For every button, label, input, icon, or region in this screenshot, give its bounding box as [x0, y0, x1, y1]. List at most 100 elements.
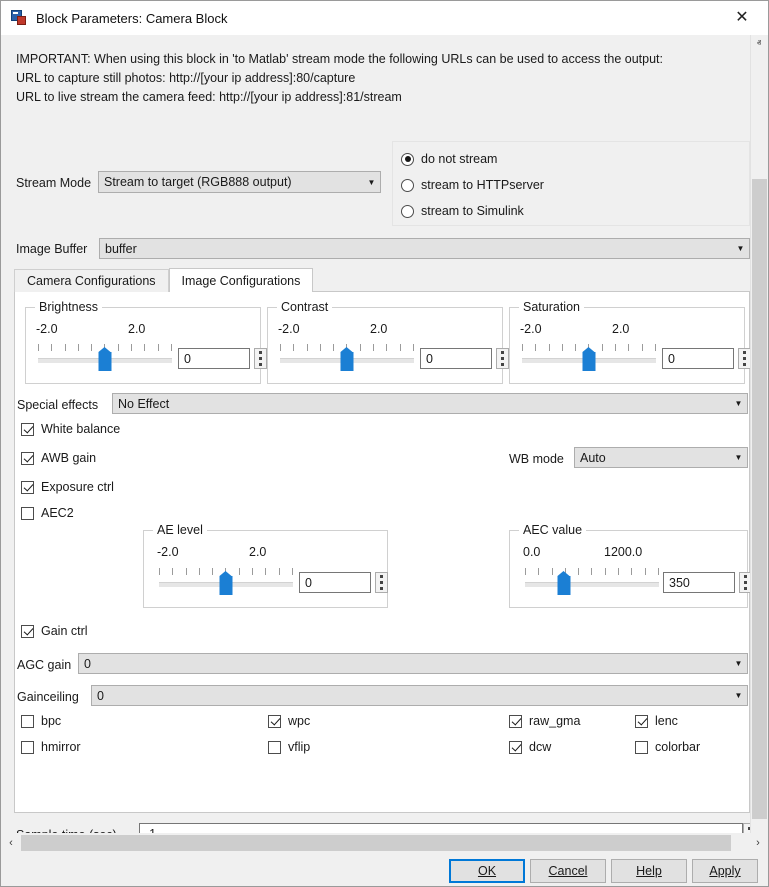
- aec-value-input[interactable]: 350: [663, 572, 735, 593]
- checkbox-checked-icon: [21, 480, 34, 494]
- horizontal-scrollbar-thumb[interactable]: [21, 835, 731, 851]
- saturation-value: 0: [668, 351, 675, 366]
- checkbox-checked-icon: [268, 714, 281, 728]
- checkbox-wpc[interactable]: wpc: [268, 714, 310, 728]
- brightness-slider[interactable]: [38, 344, 172, 372]
- slider-thumb[interactable]: [98, 347, 112, 371]
- close-icon[interactable]: ✕: [720, 1, 764, 35]
- tab-strip: Camera Configurations Image Configuratio…: [14, 268, 314, 292]
- checkbox-unchecked-icon: [268, 740, 281, 754]
- checkbox-gain-ctrl[interactable]: Gain ctrl: [21, 624, 88, 638]
- scroll-up-icon[interactable]: ⱏ: [751, 35, 767, 52]
- checkbox-vflip[interactable]: vflip: [268, 740, 310, 754]
- saturation-slider[interactable]: [522, 344, 656, 372]
- stream-target-radio-group: do not stream stream to HTTPserver strea…: [392, 141, 750, 226]
- special-effects-value: No Effect: [118, 396, 170, 411]
- cancel-button-label: Cancel: [548, 864, 588, 878]
- checkbox-label: Gain ctrl: [41, 624, 88, 638]
- checkbox-awb-gain[interactable]: AWB gain: [21, 451, 96, 465]
- scroll-left-icon[interactable]: ‹: [2, 833, 20, 853]
- agc-gain-combo[interactable]: 0 ▼: [78, 653, 748, 674]
- contrast-value-input[interactable]: 0: [420, 348, 492, 369]
- vertical-scrollbar[interactable]: ⱏ ⱛ: [750, 35, 767, 845]
- checkbox-label: AEC2: [41, 506, 74, 520]
- ae-level-value-input[interactable]: 0: [299, 572, 371, 593]
- ok-button[interactable]: OK: [449, 859, 525, 883]
- checkbox-dcw[interactable]: dcw: [509, 740, 551, 754]
- tab-label: Image Configurations: [181, 273, 301, 288]
- contrast-stepper[interactable]: [496, 348, 509, 369]
- checkbox-aec2[interactable]: AEC2: [21, 506, 74, 520]
- wb-mode-combo[interactable]: Auto ▼: [574, 447, 748, 468]
- checkbox-label: colorbar: [655, 740, 701, 754]
- window-title: Block Parameters: Camera Block: [36, 10, 228, 26]
- brightness-stepper[interactable]: [254, 348, 267, 369]
- dialog-footer: OK Cancel Help Apply: [2, 853, 767, 886]
- vertical-scrollbar-thumb[interactable]: [752, 179, 767, 819]
- aec-value-title: AEC value: [519, 523, 587, 537]
- checkbox-label: lenc: [655, 714, 678, 728]
- wb-mode-value: Auto: [580, 450, 606, 465]
- checkbox-raw-gma[interactable]: raw_gma: [509, 714, 580, 728]
- stream-mode-label: Stream Mode: [16, 176, 92, 190]
- checkbox-hmirror[interactable]: hmirror: [21, 740, 81, 754]
- slider-track: [525, 582, 659, 587]
- chevron-down-icon: ▼: [734, 399, 743, 408]
- apply-button-label: Apply: [709, 864, 741, 878]
- checkbox-lenc[interactable]: lenc: [635, 714, 678, 728]
- apply-button[interactable]: Apply: [692, 859, 758, 883]
- contrast-group: Contrast -2.0 2.0 0: [267, 300, 509, 384]
- checkbox-bpc[interactable]: bpc: [21, 714, 61, 728]
- ae-level-slider[interactable]: [159, 568, 293, 596]
- contrast-slider[interactable]: [280, 344, 414, 372]
- info-text: IMPORTANT: When using this block in 'to …: [16, 50, 716, 107]
- checkbox-checked-icon: [21, 451, 34, 465]
- slider-thumb[interactable]: [219, 571, 233, 595]
- checkbox-checked-icon: [509, 740, 522, 754]
- gainceiling-combo[interactable]: 0 ▼: [91, 685, 748, 706]
- slider-thumb[interactable]: [557, 571, 571, 595]
- image-buffer-label: Image Buffer: [16, 242, 88, 256]
- ae-level-group: AE level -2.0 2.0 0: [143, 523, 388, 608]
- special-effects-combo[interactable]: No Effect ▼: [112, 393, 748, 414]
- radio-stream-simulink[interactable]: stream to Simulink: [401, 204, 524, 218]
- info-line-1: IMPORTANT: When using this block in 'to …: [16, 52, 663, 66]
- cancel-button[interactable]: Cancel: [530, 859, 606, 883]
- ae-level-max-label: 2.0: [249, 545, 267, 559]
- tab-image-configurations[interactable]: Image Configurations: [168, 268, 314, 292]
- brightness-max-label: 2.0: [128, 322, 146, 336]
- agc-gain-label: AGC gain: [17, 658, 72, 672]
- aec-value-max-label: 1200.0: [604, 545, 643, 559]
- saturation-group: Saturation -2.0 2.0 0: [509, 300, 751, 384]
- checkbox-exposure-ctrl[interactable]: Exposure ctrl: [21, 480, 114, 494]
- scroll-right-icon[interactable]: ›: [749, 833, 767, 853]
- saturation-value-input[interactable]: 0: [662, 348, 734, 369]
- stream-mode-combo[interactable]: Stream to target (RGB888 output) ▼: [98, 171, 381, 193]
- help-button[interactable]: Help: [611, 859, 687, 883]
- image-buffer-combo[interactable]: buffer ▼: [99, 238, 750, 259]
- help-button-label: Help: [636, 864, 662, 878]
- checkbox-label: White balance: [41, 422, 121, 436]
- contrast-title: Contrast: [277, 300, 333, 314]
- tab-camera-configurations[interactable]: Camera Configurations: [14, 269, 169, 292]
- horizontal-scrollbar[interactable]: ‹ ›: [2, 833, 767, 853]
- ae-level-stepper[interactable]: [375, 572, 388, 593]
- chevron-down-icon: ▼: [736, 244, 745, 253]
- checkbox-unchecked-icon: [635, 740, 648, 754]
- slider-thumb[interactable]: [582, 347, 596, 371]
- saturation-max-label: 2.0: [612, 322, 630, 336]
- brightness-value-input[interactable]: 0: [178, 348, 250, 369]
- checkbox-white-balance[interactable]: White balance: [21, 422, 120, 436]
- slider-thumb[interactable]: [340, 347, 354, 371]
- gainceiling-value: 0: [97, 688, 104, 703]
- aec-value-slider[interactable]: [525, 568, 659, 596]
- radio-unselected-icon: [401, 204, 414, 218]
- checkbox-colorbar[interactable]: colorbar: [635, 740, 700, 754]
- radio-do-not-stream[interactable]: do not stream: [401, 152, 497, 166]
- radio-unselected-icon: [401, 178, 414, 192]
- ok-button-label: OK: [477, 864, 497, 878]
- radio-stream-httpserver[interactable]: stream to HTTPserver: [401, 178, 544, 192]
- info-line-2: URL to capture still photos: http://[you…: [16, 71, 356, 85]
- checkbox-label: raw_gma: [529, 714, 581, 728]
- chevron-down-icon: ▼: [734, 659, 743, 668]
